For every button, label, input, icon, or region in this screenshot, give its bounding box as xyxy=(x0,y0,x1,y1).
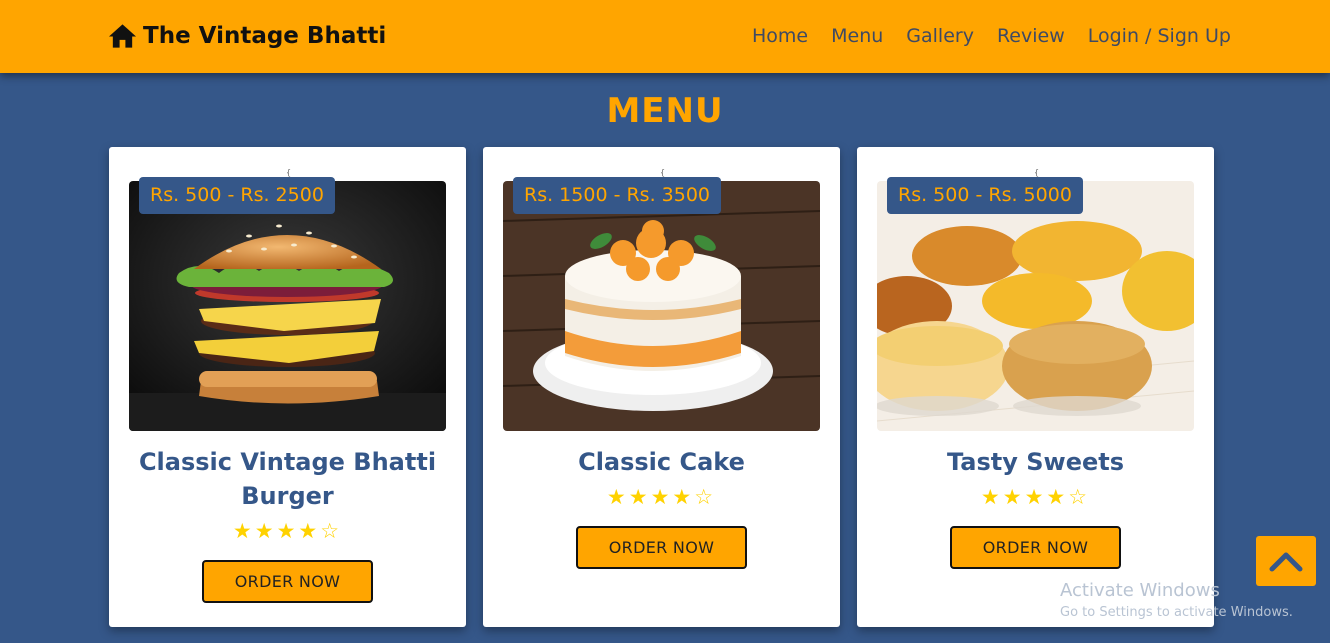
order-now-button[interactable]: ORDER NOW xyxy=(202,560,373,603)
star-rating: ★★★★☆ xyxy=(980,485,1091,509)
decorative-tick: { xyxy=(286,168,292,177)
card-title: Classic Cake xyxy=(578,448,745,476)
main-nav: Home Menu Gallery Review Login / Sign Up xyxy=(752,24,1231,48)
card-title: Classic Vintage Bhatti Burger xyxy=(138,448,437,510)
decorative-tick: { xyxy=(1034,168,1040,177)
price-badge: Rs. 1500 - Rs. 3500 xyxy=(513,177,722,214)
cake-image xyxy=(503,181,820,431)
burger-image xyxy=(129,181,446,431)
order-now-button[interactable]: ORDER NOW xyxy=(576,526,747,569)
site-name: The Vintage Bhatti xyxy=(143,23,387,49)
price-badge: Rs. 500 - Rs. 5000 xyxy=(887,177,1083,214)
nav-gallery[interactable]: Gallery xyxy=(906,24,974,48)
nav-login-signup[interactable]: Login / Sign Up xyxy=(1088,24,1231,48)
sweets-image xyxy=(877,181,1194,431)
order-now-button[interactable]: ORDER NOW xyxy=(950,526,1121,569)
menu-card-cake: { Rs. 1500 - Rs. 3500 Classic Cake ★★★★☆… xyxy=(483,147,840,627)
site-logo[interactable]: The Vintage Bhatti xyxy=(108,20,386,52)
decorative-tick: { xyxy=(660,168,666,177)
price-badge: Rs. 500 - Rs. 2500 xyxy=(139,177,335,214)
menu-card-burger: {Rs. 500 - Rs. 2500 Classic Vintage Bha… xyxy=(109,147,466,627)
nav-review[interactable]: Review xyxy=(997,24,1065,48)
card-title: Tasty Sweets xyxy=(947,448,1124,476)
site-header: The Vintage Bhatti Home Menu Gallery Rev… xyxy=(0,0,1330,73)
menu-card-sweets: { Rs. 500 - Rs. 5000 Tasty Sweets ★★★★☆ … xyxy=(857,147,1214,627)
star-rating: ★★★★☆ xyxy=(232,519,343,543)
watermark-subtitle: Go to Settings to activate Windows. xyxy=(1060,605,1293,620)
chevron-up-icon xyxy=(1269,552,1303,572)
nav-home[interactable]: Home xyxy=(752,24,808,48)
menu-heading: MENU xyxy=(606,91,724,131)
home-icon xyxy=(108,24,137,48)
nav-menu[interactable]: Menu xyxy=(831,24,883,48)
scroll-to-top-button[interactable] xyxy=(1256,536,1316,586)
star-rating: ★★★★☆ xyxy=(606,485,717,509)
windows-activation-watermark: Activate Windows Go to Settings to activ… xyxy=(1060,580,1293,622)
